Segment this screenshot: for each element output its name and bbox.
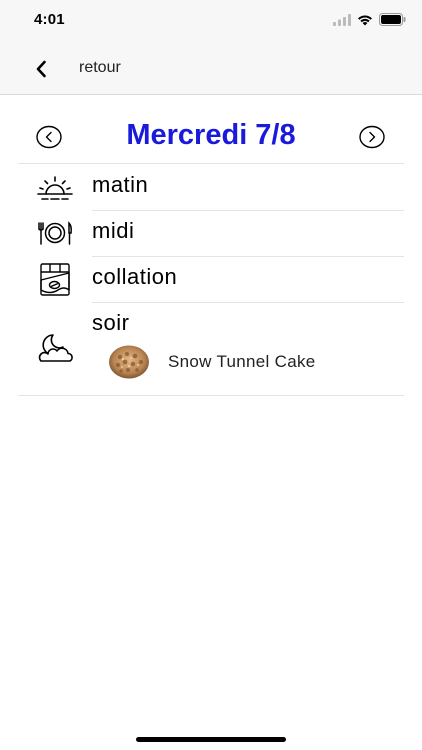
meal-soir[interactable]: soir [92, 310, 129, 336]
meal-matin[interactable]: matin [92, 172, 148, 198]
back-button[interactable] [30, 58, 52, 80]
divider [92, 210, 404, 211]
moon-cloud-icon [38, 334, 73, 362]
chevron-left-icon [36, 60, 46, 78]
back-label[interactable]: retour [79, 59, 121, 77]
wifi-icon [358, 15, 372, 25]
next-day-button[interactable] [359, 125, 385, 149]
meal-collation[interactable]: collation [92, 264, 177, 290]
plate-cutlery-icon [38, 221, 72, 245]
chocolate-bar-icon [40, 263, 70, 296]
recipe-name: Snow Tunnel Cake [168, 352, 316, 371]
divider [92, 256, 404, 257]
recipe-thumbnail [109, 345, 149, 379]
navigation-bar: retour [0, 44, 422, 95]
divider [92, 302, 404, 303]
home-indicator [136, 737, 286, 742]
divider [18, 163, 404, 164]
status-icons [333, 13, 406, 26]
meal-midi[interactable]: midi [92, 218, 134, 244]
status-time: 4:01 [34, 11, 65, 28]
day-title: Mercredi 7/8 [126, 119, 296, 151]
battery-icon [379, 13, 406, 26]
recipe-item[interactable]: Snow Tunnel Cake [108, 344, 398, 380]
status-bar: 4:01 [0, 0, 422, 44]
sunrise-icon [37, 176, 73, 200]
day-header: Mercredi 7/8 [18, 112, 404, 162]
divider [18, 395, 404, 396]
signal-icon [333, 13, 351, 26]
